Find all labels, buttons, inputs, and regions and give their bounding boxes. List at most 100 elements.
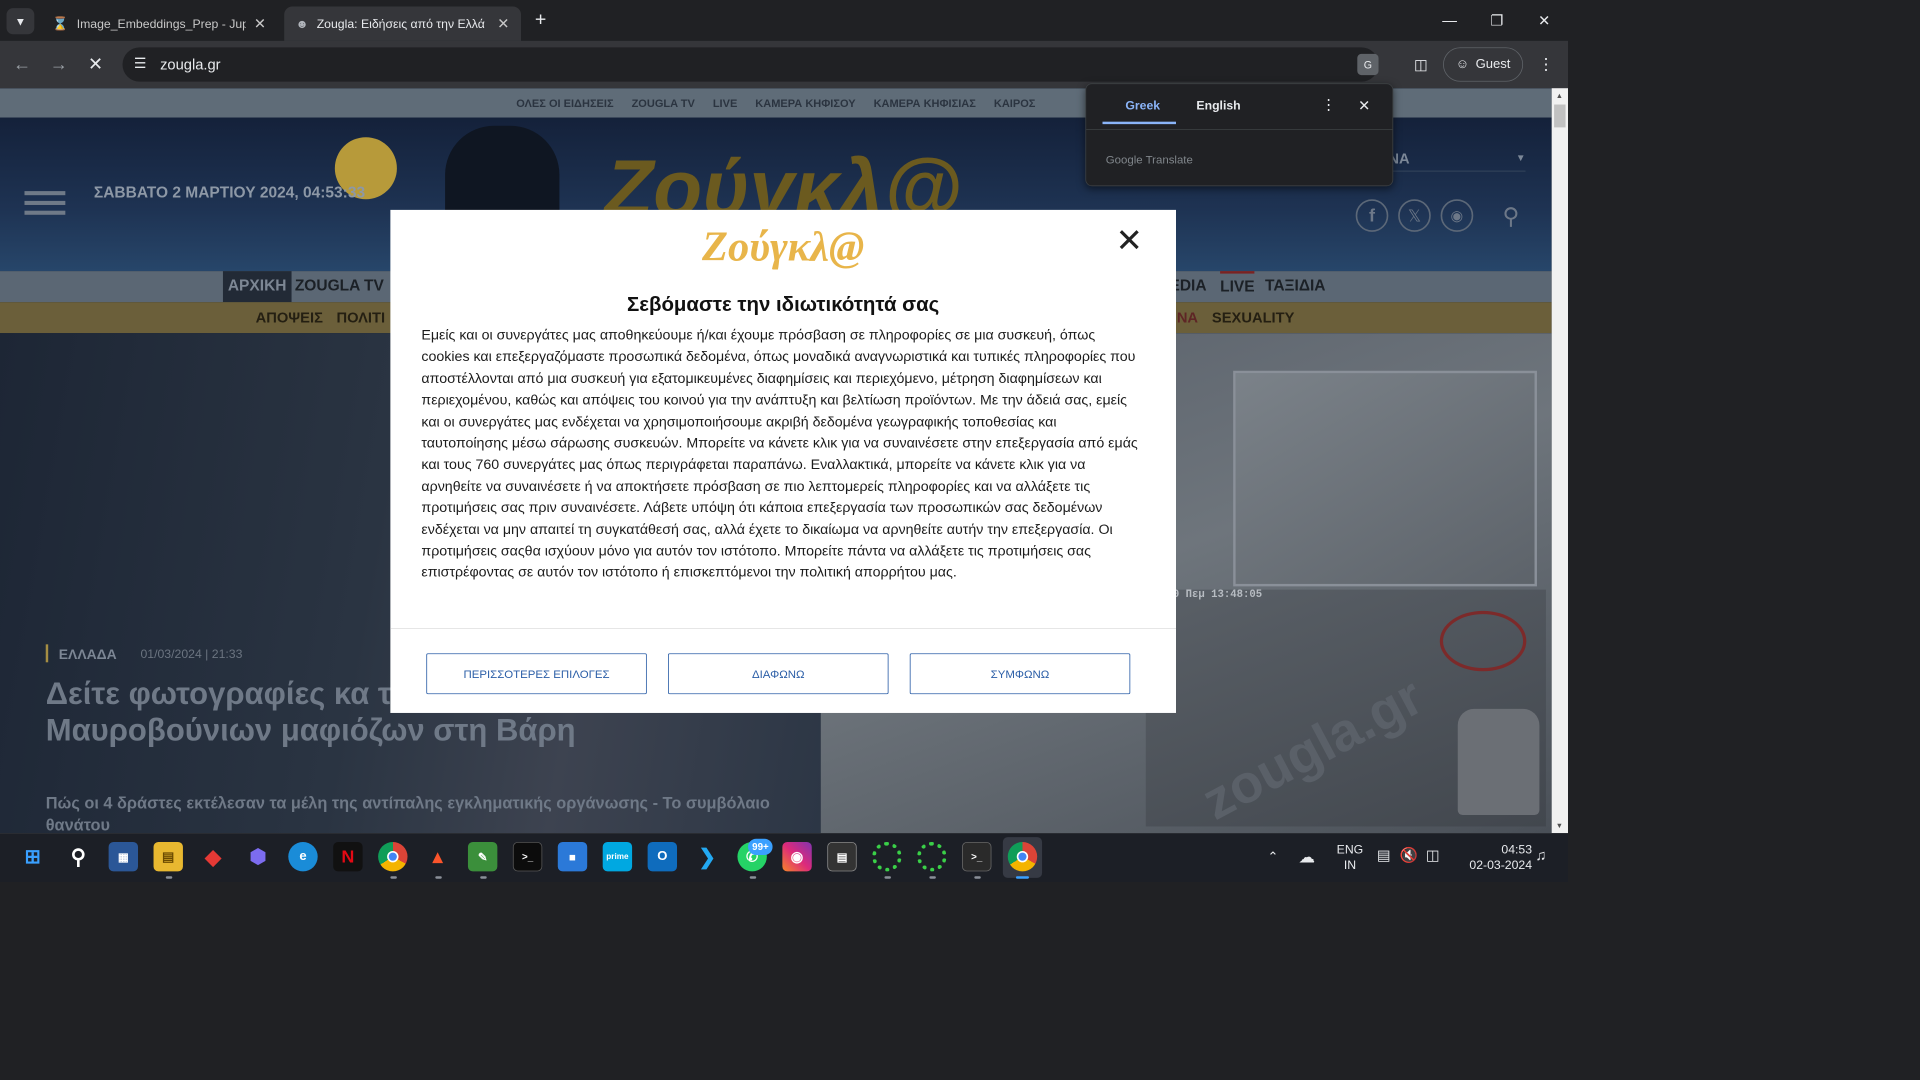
x-twitter-icon[interactable]: 𝕏 (1398, 199, 1431, 232)
top-nav-item[interactable]: ΚΑΜΕΡΑ ΚΗΦΙΣΟΥ (755, 97, 855, 109)
battery-icon[interactable]: ◫ (1426, 847, 1440, 864)
notification-bell-icon[interactable]: ♫ (1535, 847, 1546, 864)
windows-app-icon[interactable]: ■ (557, 841, 588, 872)
loading-ring-icon[interactable] (872, 841, 902, 872)
tab-title: Zougla: Ειδήσεις από την Ελλά (316, 16, 485, 31)
brave-icon[interactable]: ▴ (423, 842, 452, 871)
scroll-down-icon[interactable]: ▼ (1556, 822, 1563, 830)
back-button[interactable]: ← (10, 52, 35, 77)
top-nav-item[interactable]: ΚΑΜΕΡΑ ΚΗΦΙΣΙΑΣ (874, 97, 976, 109)
close-button[interactable]: ✕ (1116, 225, 1149, 258)
subnav-opinions[interactable]: ΑΠΟΨΕΙΣ (256, 310, 323, 327)
translate-provider: Google Translate (1105, 152, 1193, 166)
more-vert-icon: ⋮ (1537, 55, 1555, 74)
minimize-button[interactable]: — (1426, 0, 1473, 41)
subnav-sexuality[interactable]: SEXUALITY (1212, 310, 1294, 327)
facebook-icon[interactable]: f (1355, 199, 1389, 232)
top-nav-item[interactable]: ZOUGLA TV (632, 97, 695, 109)
current-datetime: ΣΑΒΒΑΤΟ 2 ΜΑΡΤΙΟΥ 2024, 04:53:33 (93, 184, 366, 202)
hamburger-menu-icon[interactable] (24, 210, 66, 215)
chevron-up-icon[interactable]: ⌃ (1267, 849, 1278, 865)
search-icon[interactable]: ⚲ (1496, 201, 1525, 230)
top-nav-item[interactable]: ΟΛΕΣ ΟΙ ΕΙΔΗΣΕΙΣ (516, 97, 613, 109)
popup-divider (1086, 129, 1393, 130)
side-panel-button[interactable]: ◫ (1409, 52, 1434, 77)
restore-button[interactable]: ❐ (1473, 0, 1520, 41)
running-indicator (749, 876, 757, 879)
chevron-down-icon: ▼ (14, 14, 27, 28)
disagree-button[interactable]: ΔΙΑΦΩΝΩ (668, 653, 889, 695)
nav-home[interactable]: ΑΡΧΙΚΗ (222, 271, 292, 303)
partial-dropdown[interactable]: NA ▼ (1388, 150, 1526, 172)
tab-target-language[interactable]: English (1196, 99, 1240, 113)
subnav-politics[interactable]: ΠΟΛΙΤΙ (336, 310, 385, 327)
terminal-icon[interactable]: >_ (512, 841, 543, 872)
address-bar[interactable]: ☰ zougla.gr G (122, 47, 1379, 82)
clock[interactable]: 04:53 02-03-2024 (1454, 842, 1532, 873)
url-text[interactable]: zougla.gr (160, 56, 220, 73)
edge-icon[interactable]: e (288, 841, 318, 872)
powershell-icon[interactable]: >_ (962, 841, 992, 872)
translate-icon[interactable]: G (1357, 53, 1379, 76)
top-nav-item[interactable]: LIVE (713, 97, 738, 109)
nav-zougla-tv[interactable]: ZOUGLA TV (295, 278, 384, 296)
vscode-icon[interactable]: ❯ (693, 842, 722, 871)
start-icon[interactable]: ⊞ (18, 842, 47, 871)
close-icon[interactable]: ✕ (1358, 97, 1370, 114)
nav-live[interactable]: LIVE (1220, 271, 1255, 296)
more-options-button[interactable]: ΠΕΡΙΣΣΟΤΕΡΕΣ ΕΠΙΛΟΓΕΣ (426, 653, 647, 695)
chrome-icon[interactable] (378, 841, 408, 872)
close-window-button[interactable]: ✕ (1521, 0, 1568, 41)
stop-button[interactable]: ✕ (83, 52, 108, 77)
whatsapp-badge: 99+ (748, 838, 773, 856)
nav-travel[interactable]: ΤΑΞΙΔΙΑ (1265, 278, 1326, 296)
menu-button[interactable]: ⋮ (1535, 52, 1556, 77)
category-marker (45, 644, 49, 663)
tab-source-language[interactable]: Greek (1125, 99, 1160, 113)
profile-label: Guest (1475, 57, 1511, 72)
running-indicator (480, 876, 487, 879)
file-explorer-icon[interactable]: ▤ (153, 841, 183, 872)
running-indicator (929, 876, 936, 879)
app-window-icon[interactable]: ▤ (827, 841, 857, 872)
search-icon[interactable]: ⚲ (64, 842, 93, 871)
site-info-icon[interactable]: ☰ (134, 56, 146, 72)
instagram-icon[interactable]: ◉ (782, 841, 812, 872)
new-tab-button[interactable]: + (531, 7, 551, 33)
hamburger-menu-icon[interactable] (24, 191, 66, 196)
language-indicator[interactable]: ENG IN (1335, 842, 1364, 873)
scroll-up-icon[interactable]: ▲ (1556, 91, 1563, 99)
netflix-icon[interactable]: N (333, 841, 363, 872)
more-vert-icon[interactable]: ⋮ (1321, 96, 1336, 113)
close-icon[interactable]: ✕ (254, 15, 266, 32)
close-icon: ✕ (88, 53, 104, 75)
copilot-icon[interactable]: ⬢ (243, 842, 272, 871)
subnav-partial[interactable]: NA (1177, 310, 1198, 327)
tab-search-button[interactable]: ▼ (6, 8, 35, 35)
forward-button[interactable]: → (47, 52, 72, 77)
prime-video-icon[interactable]: prime (602, 841, 633, 872)
close-icon: ✕ (1115, 222, 1143, 259)
translate-popup: Greek English ⋮ ✕ Google Translate (1085, 83, 1394, 187)
hamburger-menu-icon[interactable] (24, 200, 66, 205)
page-scrollbar[interactable]: ▲ ▼ (1551, 88, 1569, 834)
top-nav-item[interactable]: ΚΑΙΡΟΣ (994, 97, 1036, 109)
outlook-icon[interactable]: O (647, 841, 678, 872)
cloud-icon[interactable]: ☁ (1299, 847, 1315, 867)
tab-zougla[interactable]: ☻ Zougla: Ειδήσεις από την Ελλά ✕ (284, 6, 522, 41)
article-category[interactable]: ΕΛΛΑΔΑ (59, 647, 117, 663)
notepad-icon[interactable]: ✎ (467, 841, 498, 872)
chrome-icon[interactable] (1007, 841, 1038, 872)
close-icon[interactable]: ✕ (497, 15, 509, 32)
app-red-icon[interactable]: ◆ (198, 842, 227, 871)
profile-button[interactable]: ☺ Guest (1443, 47, 1524, 82)
store-icon[interactable]: ▦ (108, 841, 139, 872)
scrollbar-thumb[interactable] (1554, 104, 1566, 128)
tab-jupyter[interactable]: ⌛ Image_Embeddings_Prep - Jupy ✕ (41, 7, 278, 41)
loading-ring-icon[interactable] (917, 841, 947, 872)
agree-button[interactable]: ΣΥΜΦΩΝΩ (909, 653, 1131, 695)
volume-muted-icon[interactable]: 🔇 (1400, 847, 1418, 864)
network-icon[interactable]: ▤ (1377, 847, 1391, 864)
instagram-icon[interactable]: ◉ (1440, 199, 1474, 232)
zougla-icon: ☻ (295, 16, 309, 31)
